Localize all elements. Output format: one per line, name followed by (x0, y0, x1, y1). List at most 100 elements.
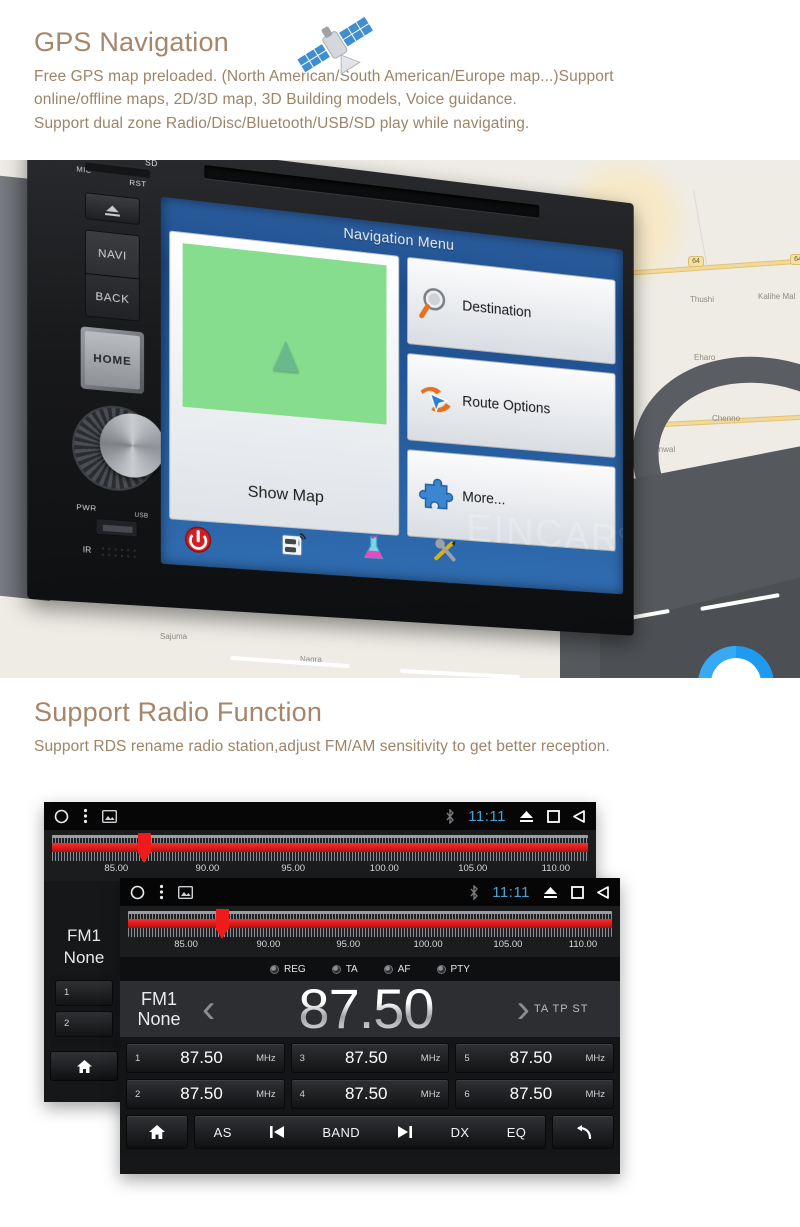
preset-number: 1 (135, 1052, 141, 1064)
rds-option-pty[interactable]: PTY (436, 964, 470, 975)
map-pin-icon (698, 646, 774, 678)
route-options-button[interactable]: Route Options (407, 352, 616, 459)
rear-tick: 85.00 (104, 863, 129, 874)
tools-icon[interactable] (432, 536, 459, 566)
destination-label: Destination (462, 298, 532, 322)
toolbar-home-button[interactable] (126, 1115, 188, 1149)
preset-button[interactable]: 5 87.50 MHz (455, 1043, 614, 1073)
rear-clock: 11:11 (468, 807, 506, 825)
rear-status-right: 11:11 (445, 808, 586, 825)
eject-icon[interactable] (543, 886, 558, 899)
rear-preset-item[interactable]: 2 (55, 1011, 113, 1038)
preset-frequency: 87.50 (344, 1048, 388, 1067)
preset-unit: MHz (256, 1088, 276, 1100)
traffic-info-icon[interactable]: i (280, 529, 308, 559)
map-preview (182, 243, 387, 425)
circle-icon[interactable] (130, 885, 145, 900)
nav-menu-buttons: Destination Route Options More... (407, 256, 616, 552)
preset-number: 3 (299, 1052, 305, 1064)
overflow-menu-icon[interactable] (159, 884, 164, 900)
unit-faceplate: MIC SD RST PWR USB IR NAVI BACK HOME Nav… (36, 160, 633, 628)
chevron-left-icon[interactable]: ‹ (198, 989, 219, 1029)
back-triangle-icon[interactable] (597, 885, 610, 899)
rear-tuner-band (52, 843, 588, 852)
toolbar-as-button[interactable]: AS (214, 1125, 232, 1140)
preset-button[interactable]: 2 87.50 MHz (126, 1079, 285, 1109)
usb-label: USB (134, 512, 149, 520)
home-button[interactable]: HOME (84, 330, 140, 390)
rear-home-button[interactable] (50, 1051, 118, 1082)
gps-section-header: GPS Navigation Free GPS map preloaded. (… (0, 16, 800, 136)
band-label: FM1 (141, 988, 177, 1009)
toolbar-band-button[interactable]: BAND (322, 1125, 360, 1140)
preset-button[interactable]: 1 87.50 MHz (126, 1043, 285, 1073)
frequency-display-row: FM1 None ‹ 87.50 › TA TP ST (120, 981, 620, 1037)
circle-icon[interactable] (54, 809, 69, 824)
eject-icon[interactable] (519, 810, 534, 823)
front-tuner-strip[interactable]: 85.00 90.00 95.00 100.00 105.00 110.00 (120, 906, 620, 957)
gallery-icon[interactable] (178, 885, 193, 899)
station-name: None (137, 1009, 181, 1029)
rds-label: REG (284, 963, 306, 975)
preset-button[interactable]: 6 87.50 MHz (455, 1079, 614, 1109)
more-label: More... (462, 489, 506, 509)
preset-button[interactable]: 4 87.50 MHz (290, 1079, 450, 1109)
rear-band-column: FM1 None 1 2 (44, 924, 124, 1082)
sd-label: SD (145, 160, 158, 169)
highway-shield: 64 (688, 256, 704, 267)
bluetooth-icon (470, 884, 479, 900)
radio-screen-front[interactable]: 11:11 85.00 90.00 95.00 100.00 105.00 11… (120, 878, 620, 1174)
car-stereo-unit: MIC SD RST PWR USB IR NAVI BACK HOME Nav… (0, 160, 654, 638)
next-track-icon[interactable] (397, 1125, 413, 1139)
rds-option-ta[interactable]: TA (331, 964, 358, 975)
square-recents-icon[interactable] (571, 885, 584, 899)
route-options-label: Route Options (462, 393, 551, 418)
rear-preset-item[interactable]: 1 (55, 980, 113, 1007)
beaker-icon[interactable] (360, 533, 388, 563)
radio-section-description: Support RDS rename radio station,adjust … (34, 737, 610, 755)
back-button[interactable]: BACK (86, 274, 139, 323)
rds-option-af[interactable]: AF (383, 964, 411, 975)
satellite-icon (295, 16, 373, 75)
rear-station-name: None (63, 947, 105, 967)
navi-button[interactable]: NAVI (85, 230, 139, 280)
nav-menu-body: Show Map Destination Route Options More.… (169, 230, 616, 552)
preset-unit: MHz (585, 1052, 605, 1064)
gallery-icon[interactable] (102, 809, 117, 823)
puzzle-piece-icon (418, 475, 455, 515)
power-icon[interactable] (184, 524, 213, 555)
preset-frequency: 87.50 (180, 1084, 223, 1103)
eject-button[interactable] (84, 192, 140, 226)
preset-number: 4 (299, 1088, 305, 1100)
rear-tuner-needle[interactable] (138, 833, 151, 863)
show-map-panel[interactable]: Show Map (169, 230, 400, 536)
rds-option-reg[interactable]: REG (270, 964, 306, 975)
rear-status-bar: 11:11 (44, 802, 596, 830)
gps-section-description: Free GPS map preloaded. (North American/… (34, 65, 800, 136)
toolbar-dx-button[interactable]: DX (451, 1125, 470, 1140)
gps-section-title: GPS Navigation (34, 27, 229, 57)
sd-card-slot[interactable] (84, 161, 151, 179)
chevron-right-icon[interactable]: › (513, 989, 534, 1029)
front-tuner-needle[interactable] (216, 909, 229, 939)
preset-button[interactable]: 3 87.50 MHz (290, 1043, 450, 1073)
rear-tuner-strip[interactable]: 85.00 90.00 95.00 100.00 105.00 110.00 (44, 830, 596, 881)
overflow-menu-icon[interactable] (83, 808, 88, 824)
toolbar-eq-button[interactable]: EQ (507, 1125, 527, 1140)
usb-port[interactable] (95, 518, 138, 538)
back-triangle-icon[interactable] (573, 809, 586, 823)
preset-number: 2 (135, 1088, 141, 1100)
front-tick: 110.00 (568, 939, 598, 950)
destination-button[interactable]: Destination (407, 256, 616, 365)
toolbar-back-button[interactable] (552, 1115, 614, 1149)
square-recents-icon[interactable] (547, 809, 560, 823)
radio-button-dot (436, 964, 446, 974)
map-place-label: Thushi (690, 295, 715, 304)
gps-touchscreen[interactable]: Navigation Menu Show Map Destination Rou… (160, 196, 623, 595)
front-status-right: 11:11 (469, 884, 610, 901)
rst-label: RST (129, 177, 147, 189)
front-tick: 105.00 (493, 939, 523, 950)
previous-track-icon[interactable] (269, 1125, 285, 1139)
front-tuner-scale (128, 909, 612, 939)
rear-tick: 95.00 (281, 863, 306, 874)
